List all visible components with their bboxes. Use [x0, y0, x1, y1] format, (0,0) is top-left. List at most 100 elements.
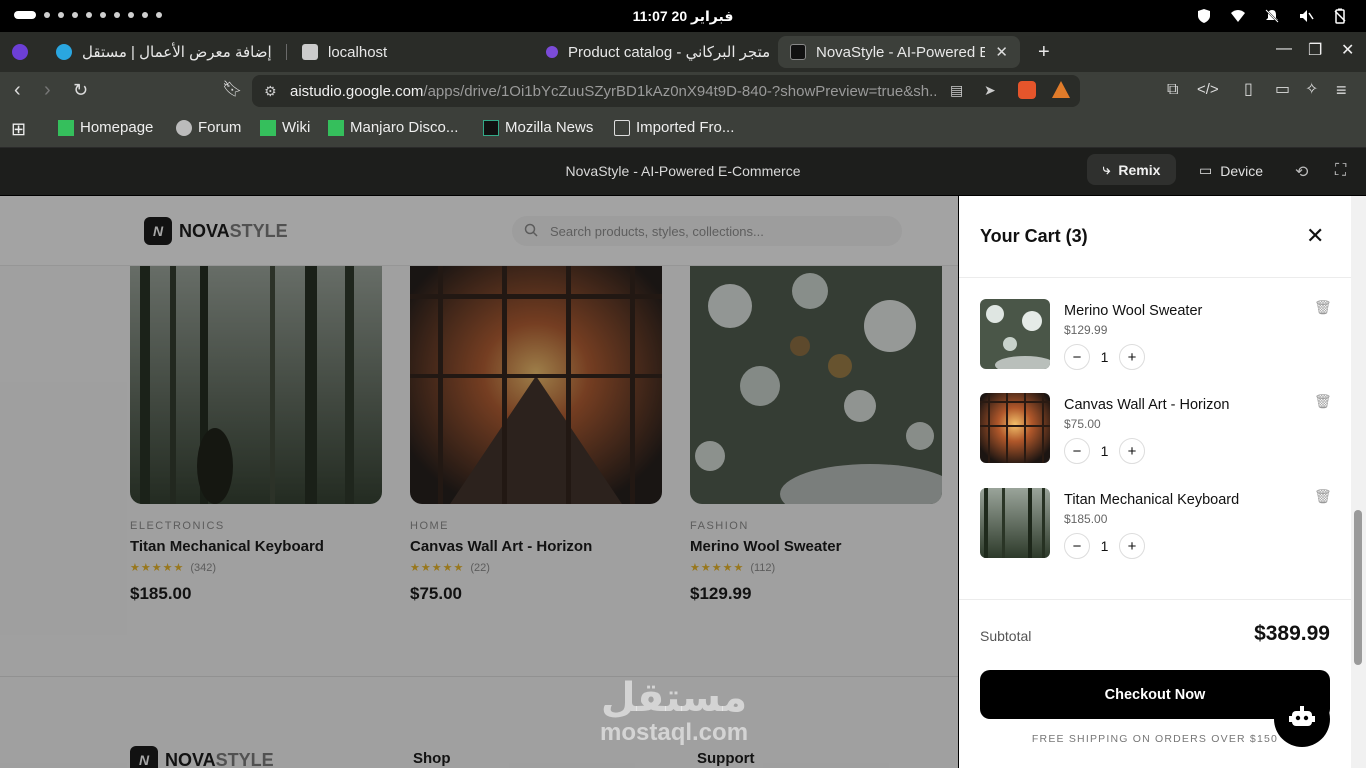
- bookmark-label: Homepage: [80, 119, 154, 136]
- cast-icon[interactable]: ⧉: [1167, 80, 1178, 100]
- quantity-stepper: − 1 +: [1064, 344, 1145, 370]
- forward-icon[interactable]: ›: [44, 80, 51, 100]
- folder-icon: [614, 119, 630, 136]
- bookmark-label: Imported Fro...: [636, 119, 735, 136]
- address-bar[interactable]: ⚙ aistudio.google.com/apps/drive/1Oi1bYc…: [252, 75, 1080, 107]
- bookmark-forum[interactable]: Forum: [176, 119, 241, 136]
- device-label: Device: [1220, 162, 1264, 179]
- apps-grid-icon[interactable]: ⊞: [11, 119, 26, 140]
- bookmark-label: Mozilla News: [505, 119, 594, 136]
- code-icon[interactable]: </>: [1197, 80, 1219, 100]
- aistudio-favicon: [790, 44, 806, 60]
- manjaro-icon: [260, 119, 276, 136]
- cart-item-image: [980, 488, 1050, 558]
- maximize-icon[interactable]: ❐: [1308, 40, 1322, 60]
- minimize-icon[interactable]: —: [1276, 40, 1292, 58]
- notifications-muted-icon[interactable]: [1264, 8, 1280, 24]
- site-info-icon[interactable]: ⚙: [264, 83, 277, 100]
- quantity-stepper: − 1 +: [1064, 533, 1145, 559]
- leo-ai-icon[interactable]: ✧: [1305, 80, 1318, 100]
- bookmark-mozilla-news[interactable]: Mozilla News: [483, 119, 593, 136]
- cart-item-image: [980, 299, 1050, 369]
- plus-icon: +: [1038, 40, 1050, 63]
- manjaro-icon: [58, 119, 74, 136]
- url-text[interactable]: aistudio.google.com/apps/drive/1Oi1bYcZu…: [290, 83, 936, 100]
- tab-novastyle[interactable]: NovaStyle - AI-Powered E ✕: [778, 36, 1020, 68]
- close-cart-icon[interactable]: ✕: [1306, 223, 1324, 249]
- refresh-preview-icon[interactable]: ⟲: [1295, 162, 1308, 182]
- store-page: N NOVASTYLE Search products, styles, col…: [0, 196, 958, 768]
- cart-item-price: $185.00: [1064, 512, 1108, 526]
- globe-favicon: [302, 44, 318, 60]
- cart-footer-divider: [959, 599, 1351, 600]
- reload-icon[interactable]: ↻: [73, 80, 88, 100]
- back-icon[interactable]: ‹: [14, 80, 21, 100]
- bookmark-icon[interactable]: 🔖︎: [222, 80, 242, 100]
- bookmark-homepage[interactable]: Homepage: [58, 119, 153, 136]
- catalog-favicon: [546, 46, 558, 58]
- device-button[interactable]: ▭ Device: [1199, 162, 1263, 179]
- close-window-icon[interactable]: ✕: [1341, 40, 1354, 60]
- tab-group-icon: [12, 44, 28, 60]
- bookmark-label: Manjaro Disco...: [350, 119, 459, 136]
- fullscreen-icon[interactable]: ⛶: [1335, 162, 1346, 180]
- volume-muted-icon[interactable]: [1298, 8, 1314, 24]
- system-clock[interactable]: 11:07 20 فبراير: [0, 8, 1366, 25]
- scrollbar-thumb[interactable]: [1354, 510, 1362, 665]
- quantity-value: 1: [1100, 349, 1109, 365]
- ai-studio-header: NovaStyle - AI-Powered E-Commerce ⤷ Remix…: [0, 148, 1366, 195]
- globe-icon: [176, 119, 192, 136]
- increase-quantity-button[interactable]: +: [1119, 533, 1145, 559]
- subtotal-label: Subtotal: [980, 628, 1032, 644]
- trash-icon[interactable]: 🗑︎: [1314, 299, 1332, 316]
- wifi-icon[interactable]: [1230, 8, 1246, 24]
- trash-icon[interactable]: 🗑︎: [1314, 393, 1332, 410]
- tab-label: localhost: [328, 43, 388, 61]
- quantity-value: 1: [1100, 538, 1109, 554]
- bookmark-wiki[interactable]: Wiki: [260, 119, 310, 136]
- cart-item-image: [980, 393, 1050, 463]
- tab-group-button[interactable]: [4, 36, 36, 68]
- brave-shield-icon[interactable]: [1018, 81, 1036, 99]
- page-scrollbar[interactable]: [1351, 196, 1366, 768]
- increase-quantity-button[interactable]: +: [1119, 344, 1145, 370]
- bookmark-folder-imported[interactable]: Imported Fro...: [614, 119, 734, 136]
- shield-icon[interactable]: [1196, 8, 1212, 24]
- tab-label: NovaStyle - AI-Powered E: [816, 43, 986, 61]
- mozilla-icon: [483, 119, 499, 136]
- cart-drawer: Your Cart (3) ✕ Merino Wool Sweater $129…: [959, 196, 1351, 768]
- subtotal-value: $389.99: [1254, 622, 1330, 645]
- bookmark-manjaro-discover[interactable]: Manjaro Disco...: [328, 119, 458, 136]
- cart-item-name: Canvas Wall Art - Horizon: [1064, 397, 1230, 413]
- reader-mode-icon[interactable]: ▤: [950, 82, 963, 99]
- new-tab-button[interactable]: +: [1026, 36, 1056, 68]
- decrease-quantity-button[interactable]: −: [1064, 438, 1090, 464]
- tab-mostaql[interactable]: إضافة معرض الأعمال | مستقل: [44, 36, 284, 68]
- bookmarks-bar: ⊞ Homepage Forum Wiki Manjaro Disco... M…: [0, 110, 1366, 148]
- watermark-latin: mostaql.com: [600, 719, 749, 746]
- battery-icon[interactable]: [1332, 8, 1348, 24]
- menu-icon[interactable]: ≡: [1336, 80, 1347, 100]
- share-icon[interactable]: ➤: [984, 82, 996, 99]
- wallet-icon[interactable]: ▭: [1275, 80, 1290, 100]
- ai-assistant-button[interactable]: [1274, 691, 1330, 747]
- brave-rewards-icon[interactable]: [1052, 81, 1070, 98]
- decrease-quantity-button[interactable]: −: [1064, 533, 1090, 559]
- cart-header-divider: [959, 277, 1351, 278]
- tab-product-catalog[interactable]: Product catalog - متجر البركاني: [534, 36, 774, 68]
- manjaro-icon: [328, 119, 344, 136]
- cart-backdrop-overlay[interactable]: [0, 196, 958, 768]
- increase-quantity-button[interactable]: +: [1119, 438, 1145, 464]
- tab-label: إضافة معرض الأعمال | مستقل: [82, 44, 272, 61]
- trash-icon[interactable]: 🗑︎: [1314, 488, 1332, 505]
- close-tab-icon[interactable]: ✕: [995, 43, 1008, 61]
- remix-button[interactable]: ⤷ Remix: [1087, 154, 1176, 185]
- cart-item-name: Merino Wool Sweater: [1064, 303, 1203, 319]
- sidebar-icon[interactable]: ▯: [1244, 80, 1253, 100]
- decrease-quantity-button[interactable]: −: [1064, 344, 1090, 370]
- tab-localhost[interactable]: localhost: [290, 36, 530, 68]
- mostaql-favicon: [56, 44, 72, 60]
- browser-tab-strip: إضافة معرض الأعمال | مستقل localhost Pro…: [0, 32, 1366, 72]
- watermark-arabic: مستقل: [600, 676, 748, 720]
- cart-item-canvas: Canvas Wall Art - Horizon $75.00 🗑︎ − 1 …: [980, 393, 1332, 465]
